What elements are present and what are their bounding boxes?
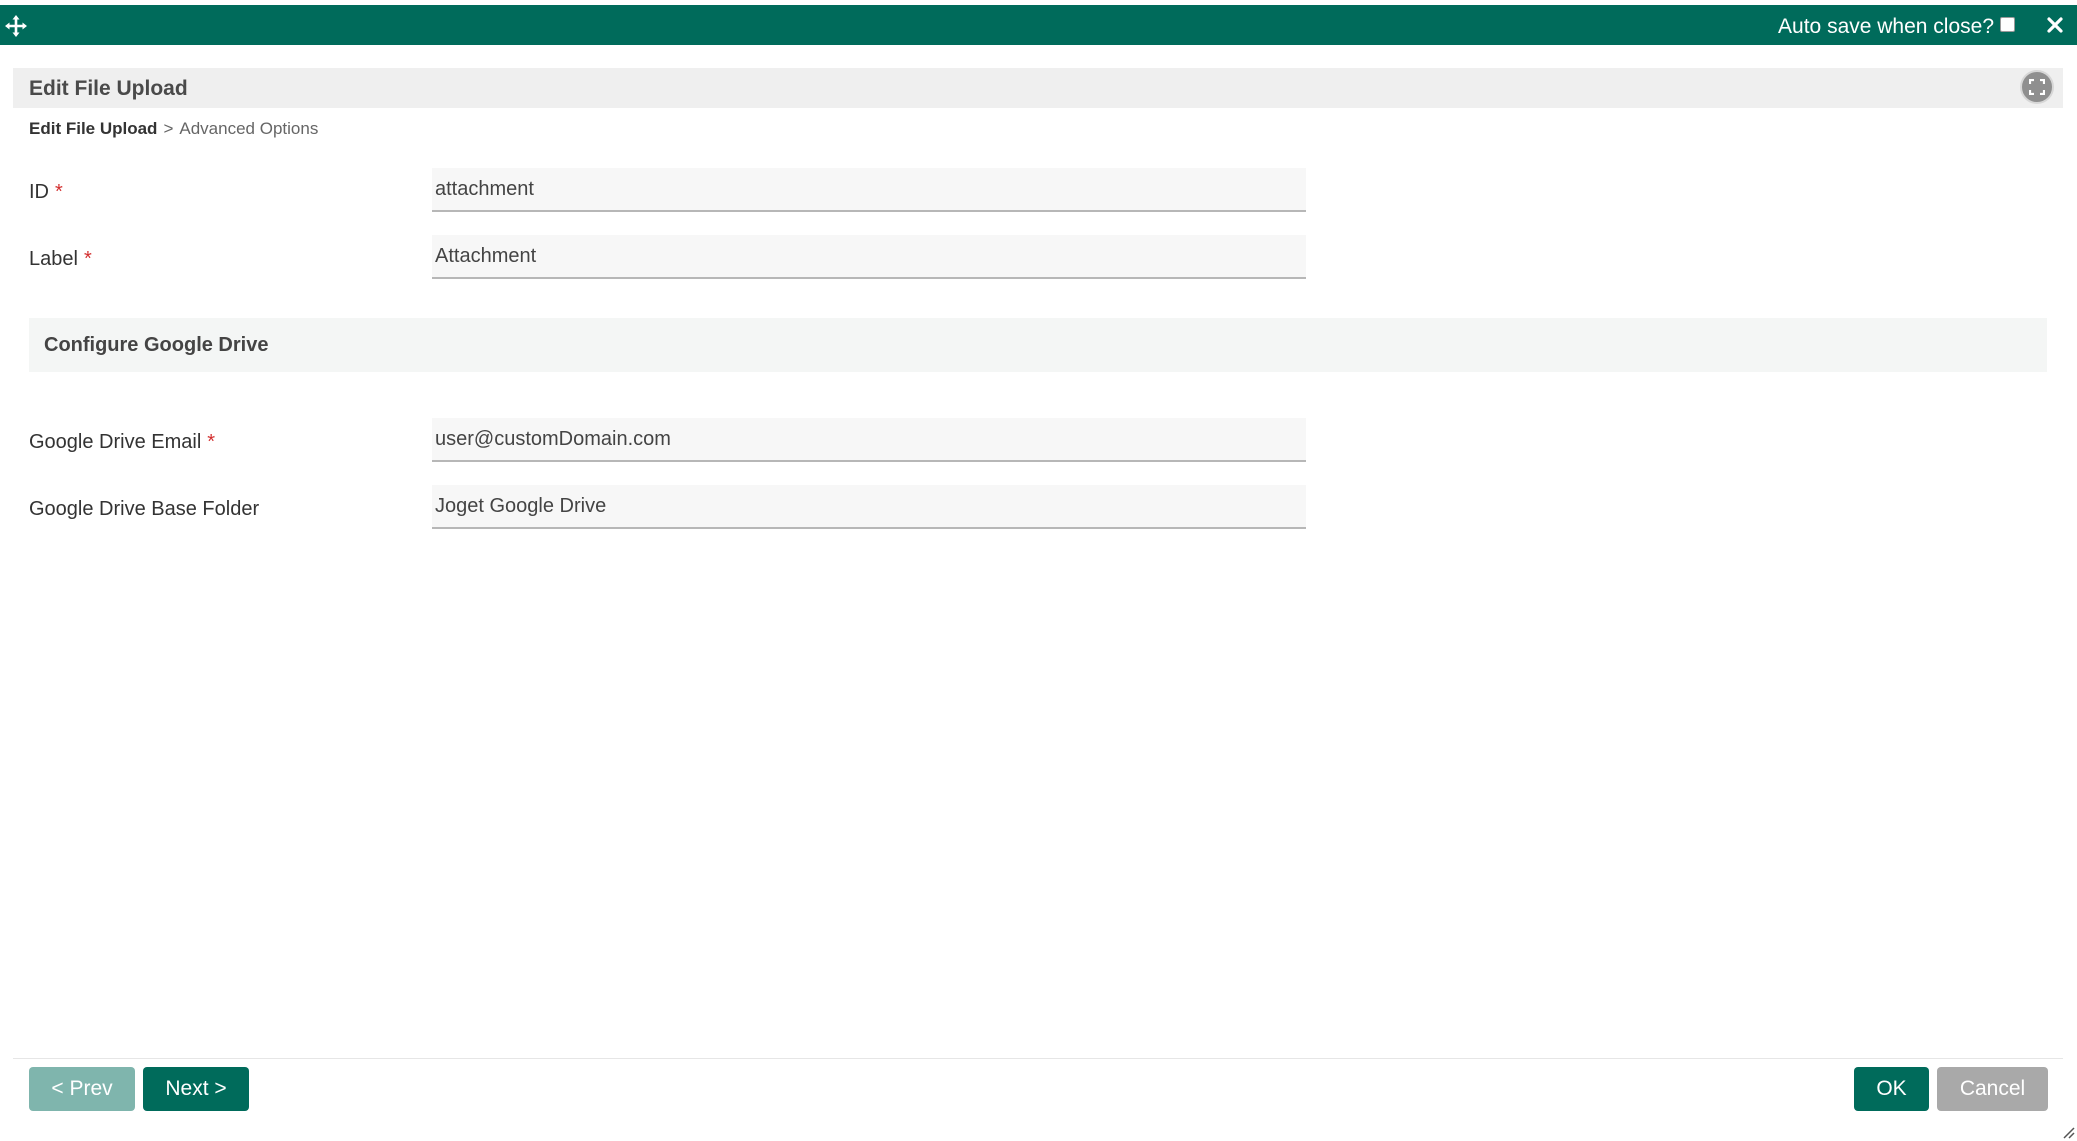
breadcrumb-separator: > [163, 119, 174, 138]
breadcrumb-current: Edit File Upload [29, 119, 158, 138]
resize-handle-icon[interactable] [2061, 1125, 2075, 1139]
dialog-titlebar[interactable]: Auto save when close? [0, 5, 2077, 45]
required-marker: * [83, 248, 92, 270]
id-label-text: ID [29, 181, 49, 203]
close-icon[interactable] [2045, 15, 2065, 35]
autosave-option: Auto save when close? [1778, 14, 2015, 40]
edit-file-upload-dialog: Auto save when close? Edit File Upload E… [0, 0, 2077, 1141]
google-drive-base-folder-label-text: Google Drive Base Folder [29, 498, 260, 520]
configure-google-drive-section: Configure Google Drive [29, 318, 2047, 372]
autosave-checkbox[interactable] [2000, 16, 2015, 32]
label-label-text: Label [29, 248, 78, 270]
google-drive-base-folder-label: Google Drive Base Folder [29, 498, 259, 521]
google-drive-base-folder-input[interactable] [432, 485, 1306, 529]
breadcrumb: Edit File Upload > Advanced Options [29, 119, 318, 139]
prev-button[interactable]: < Prev [29, 1067, 135, 1111]
google-drive-email-label-text: Google Drive Email [29, 431, 202, 453]
required-marker: * [207, 431, 216, 453]
section-title: Configure Google Drive [44, 334, 269, 356]
required-marker: * [55, 181, 63, 203]
breadcrumb-advanced-options[interactable]: Advanced Options [179, 119, 318, 139]
footer-divider [13, 1058, 2063, 1059]
id-label: ID * [29, 181, 63, 204]
google-drive-email-input[interactable] [432, 418, 1306, 462]
ok-button[interactable]: OK [1854, 1067, 1929, 1111]
google-drive-email-label: Google Drive Email * [29, 431, 215, 454]
label-input[interactable] [432, 235, 1306, 279]
autosave-label: Auto save when close? [1778, 15, 1994, 38]
cancel-button[interactable]: Cancel [1937, 1067, 2048, 1111]
move-icon[interactable] [4, 14, 28, 38]
id-input[interactable] [432, 168, 1306, 212]
next-button[interactable]: Next > [143, 1067, 249, 1111]
dialog-header: Edit File Upload [13, 68, 2063, 108]
page-title: Edit File Upload [29, 77, 188, 100]
fullscreen-button[interactable] [2020, 70, 2054, 104]
label-label: Label * [29, 248, 92, 271]
fullscreen-icon [2029, 79, 2045, 95]
